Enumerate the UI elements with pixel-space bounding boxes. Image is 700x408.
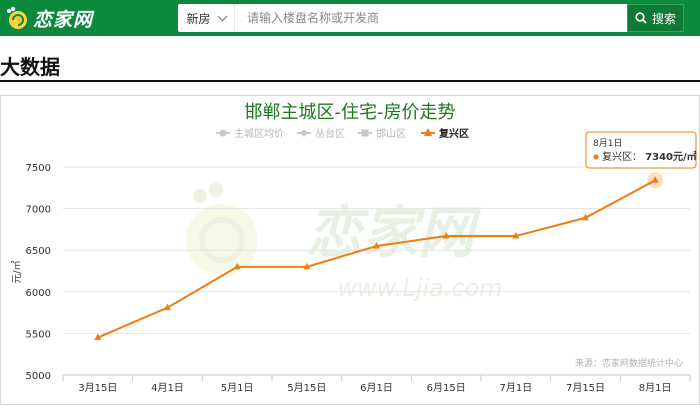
legend-item[interactable]: 主城区均价	[216, 128, 284, 140]
y-tick-label: 6500	[26, 246, 51, 257]
chart-title: 邯郸主城区-住宅-房价走势	[245, 102, 456, 123]
watermark-url: www.Ljia.com	[337, 274, 502, 302]
y-axis-label: 元/㎡	[11, 260, 23, 283]
x-tick-label: 5月15日	[287, 382, 326, 394]
chart-tooltip: 8月1日复兴区： 7340元/㎡	[585, 131, 697, 169]
x-tick-label: 7月1日	[499, 382, 532, 394]
legend-item[interactable]: 丛台区	[297, 127, 345, 140]
x-tick-label: 3月15日	[78, 382, 117, 394]
y-tick-label: 5000	[26, 371, 51, 382]
y-axis: 5000 5500 6000 6500 7000 7500	[26, 163, 51, 382]
y-tick-label: 7000	[26, 205, 51, 216]
chart-grid	[63, 166, 690, 376]
legend-label: 主城区均价	[234, 128, 284, 140]
chart-legend: 主城区均价 丛台区 邯山区 复兴区	[216, 127, 469, 140]
y-tick-label: 6000	[26, 288, 51, 299]
legend-label: 邯山区	[376, 127, 406, 140]
y-tick-label: 7500	[26, 163, 51, 174]
legend-item[interactable]: 邯山区	[358, 127, 406, 140]
x-tick-label: 4月1日	[151, 382, 184, 394]
watermark-brand: 恋家网	[306, 201, 482, 266]
price-trend-chart: 恋家网 www.Ljia.com 邯郸主城区-住宅-房价走势 主城区均价 丛台区 邯…	[11, 102, 697, 394]
watermark: 恋家网 www.Ljia.com	[186, 183, 503, 302]
legend-marker	[300, 129, 308, 137]
x-tick-label: 5月1日	[221, 382, 254, 394]
x-tick-label: 6月15日	[427, 382, 466, 394]
watermark-snail-icon	[186, 204, 258, 276]
legend-label: 复兴区	[438, 127, 469, 140]
x-tick-label: 8月1日	[639, 382, 672, 394]
x-tick-label: 7月15日	[566, 382, 605, 394]
tooltip-marker	[593, 154, 599, 160]
legend-marker	[219, 129, 227, 137]
x-axis: 3月15日 4月1日 5月1日 5月15日 6月1日 6月15日 7月1日 7月15日 8月1日	[62, 374, 691, 394]
x-tick-label: 6月1日	[360, 382, 393, 394]
tooltip-date: 8月1日	[593, 138, 622, 149]
tooltip-value: 复兴区： 7340元/㎡	[602, 150, 697, 163]
legend-item[interactable]: 复兴区	[421, 127, 469, 140]
y-tick-label: 5500	[26, 329, 51, 340]
legend-label: 丛台区	[315, 127, 345, 140]
legend-marker	[361, 129, 369, 137]
chart-source: 来源：恋家网数据统计中心	[575, 357, 683, 369]
